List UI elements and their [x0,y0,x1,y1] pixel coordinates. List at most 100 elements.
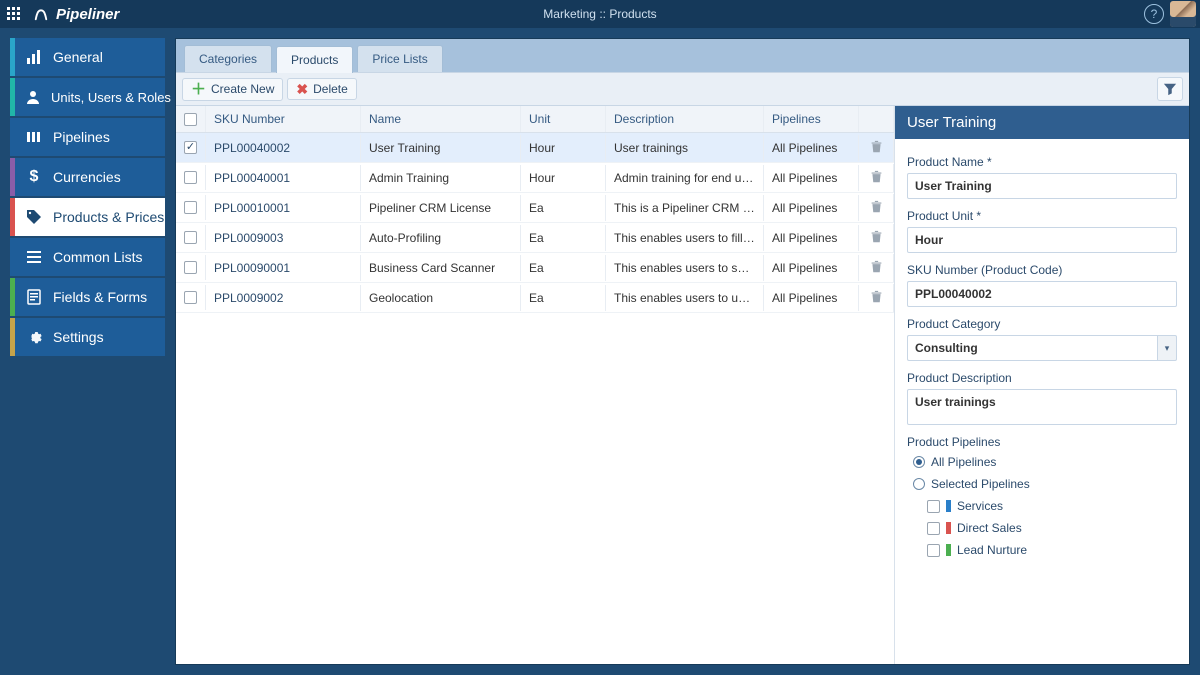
sku-field[interactable] [907,281,1177,307]
pipeline-checkbox-services[interactable]: Services [907,497,1177,515]
pipeline-checkbox-direct-sales[interactable]: Direct Sales [907,519,1177,537]
cell-unit: Ea [521,285,606,311]
table-row[interactable]: PPL0009002 Geolocation Ea This enables u… [176,283,894,313]
cell-unit: Hour [521,135,606,161]
cell-pipe: All Pipelines [764,195,859,221]
label-product-name: Product Name * [907,155,1177,169]
filter-button[interactable] [1157,77,1183,101]
app-logo: Pipeliner [32,5,119,23]
sidebar-item-currencies[interactable]: $ Currencies [10,158,165,196]
list-icon [25,249,43,265]
trash-icon[interactable] [870,260,883,276]
sidebar-item-general[interactable]: General [10,38,165,76]
table-row[interactable]: PPL00090001 Business Card Scanner Ea Thi… [176,253,894,283]
color-chip [946,544,951,556]
form-icon [25,289,43,305]
cell-name: User Training [361,135,521,161]
cell-sku: PPL0009003 [206,225,361,251]
users-icon [25,89,41,105]
description-field[interactable] [907,389,1177,425]
checkbox-icon [927,500,940,513]
sidebar-item-products-prices[interactable]: Products & Prices [10,198,165,236]
create-new-button[interactable]: ＋ Create New [182,78,283,101]
label-pipelines: Product Pipelines [907,435,1177,449]
tabs: Categories Products Price Lists [176,39,1189,73]
column-sku[interactable]: SKU Number [206,106,361,132]
cell-pipe: All Pipelines [764,165,859,191]
table-row[interactable]: PPL00040001 Admin Training Hour Admin tr… [176,163,894,193]
row-checkbox[interactable] [184,141,197,154]
select-all-checkbox[interactable] [184,113,197,126]
cell-pipe: All Pipelines [764,255,859,281]
product-name-field[interactable] [907,173,1177,199]
label-product-unit: Product Unit * [907,209,1177,223]
apps-menu-icon[interactable] [0,0,28,28]
cell-name: Geolocation [361,285,521,311]
column-name[interactable]: Name [361,106,521,132]
radio-icon [913,456,925,468]
table-row[interactable]: PPL00040002 User Training Hour User trai… [176,133,894,163]
radio-selected-pipelines[interactable]: Selected Pipelines [907,475,1177,493]
category-select[interactable] [907,335,1157,361]
topbar: Pipeliner Marketing :: Products ? [0,0,1200,28]
row-checkbox[interactable] [184,261,197,274]
trash-icon[interactable] [870,170,883,186]
products-table: SKU Number Name Unit Description Pipelin… [176,106,894,664]
gear-icon [25,329,43,345]
label-description: Product Description [907,371,1177,385]
label-category: Product Category [907,317,1177,331]
price-tag-icon [25,209,43,225]
radio-icon [913,478,925,490]
tab-products[interactable]: Products [276,46,353,73]
user-avatar[interactable] [1170,1,1196,27]
cell-name: Business Card Scanner [361,255,521,281]
label-sku: SKU Number (Product Code) [907,263,1177,277]
pipeline-checkbox-lead-nurture[interactable]: Lead Nurture [907,541,1177,559]
cell-name: Pipeliner CRM License [361,195,521,221]
table-row[interactable]: PPL00010001 Pipeliner CRM License Ea Thi… [176,193,894,223]
row-checkbox[interactable] [184,201,197,214]
row-checkbox[interactable] [184,171,197,184]
cell-pipe: All Pipelines [764,225,859,251]
cell-unit: Ea [521,255,606,281]
table-header: SKU Number Name Unit Description Pipelin… [176,106,894,133]
checkbox-icon [927,544,940,557]
column-unit[interactable]: Unit [521,106,606,132]
sidebar-item-common-lists[interactable]: Common Lists [10,238,165,276]
cell-desc: This enables users to use Go… [606,285,764,311]
sidebar-item-label: Pipelines [53,129,110,145]
sidebar-item-pipelines[interactable]: Pipelines [10,118,165,156]
trash-icon[interactable] [870,290,883,306]
delete-x-icon: ✖ [296,82,308,96]
detail-panel: User Training Product Name * Product Uni… [894,106,1189,664]
sidebar-item-fields-forms[interactable]: Fields & Forms [10,278,165,316]
cell-name: Auto-Profiling [361,225,521,251]
pipeline-label: Direct Sales [957,521,1022,535]
checkbox-icon [927,522,940,535]
cell-desc: This is a Pipeliner CRM licens… [606,195,764,221]
trash-icon[interactable] [870,200,883,216]
row-checkbox[interactable] [184,291,197,304]
help-icon[interactable]: ? [1144,4,1164,24]
sidebar-item-label: General [53,49,103,65]
color-chip [946,522,951,534]
sidebar-item-settings[interactable]: Settings [10,318,165,356]
row-checkbox[interactable] [184,231,197,244]
column-description[interactable]: Description [606,106,764,132]
tab-categories[interactable]: Categories [184,45,272,72]
radio-all-pipelines[interactable]: All Pipelines [907,453,1177,471]
table-row[interactable]: PPL0009003 Auto-Profiling Ea This enable… [176,223,894,253]
trash-icon[interactable] [870,230,883,246]
app-name: Pipeliner [56,6,119,23]
tab-price-lists[interactable]: Price Lists [357,45,442,72]
delete-button[interactable]: ✖ Delete [287,78,356,100]
cell-sku: PPL00090001 [206,255,361,281]
trash-icon[interactable] [870,140,883,156]
cell-desc: User trainings [606,135,764,161]
chevron-down-icon[interactable]: ▾ [1157,335,1177,361]
column-pipelines[interactable]: Pipelines [764,106,859,132]
pipeline-label: Services [957,499,1003,513]
product-unit-field[interactable] [907,227,1177,253]
sidebar-item-units-users-roles[interactable]: Units, Users & Roles [10,78,165,116]
sidebar-item-label: Settings [53,329,104,345]
